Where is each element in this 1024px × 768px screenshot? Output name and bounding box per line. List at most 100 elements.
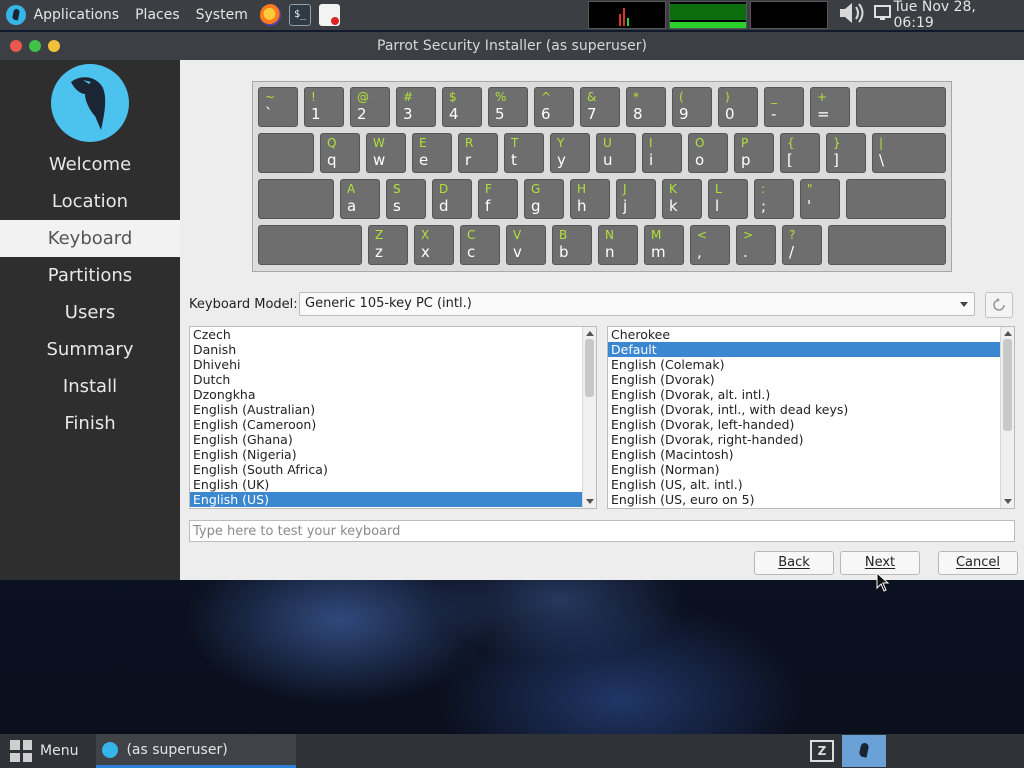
key-base-label: [: [787, 151, 793, 169]
keyboard-key: Tt: [504, 133, 544, 173]
variant-list-item[interactable]: English (Dvorak, right-handed): [608, 432, 1000, 447]
layout-list-item[interactable]: English (UK): [190, 477, 582, 492]
keyboard-key: * 8: [626, 87, 666, 127]
system-monitor[interactable]: [588, 1, 831, 29]
step-finish: Finish: [64, 413, 116, 434]
layout-list-item[interactable]: English (Australian): [190, 402, 582, 417]
key-base-label: -: [771, 105, 777, 123]
keyboard-key: <,: [690, 225, 730, 265]
variant-list-item[interactable]: Default: [608, 342, 1000, 357]
scroll-down-icon[interactable]: [586, 499, 594, 504]
keyboard-variant-list[interactable]: Cherokee Default English (Colemak) English …: [607, 326, 1015, 509]
keyboard-key: }]: [826, 133, 866, 173]
key-shift-label: *: [633, 90, 639, 104]
keyboard-key: Oo: [688, 133, 728, 173]
variant-list-scrollbar[interactable]: [1000, 327, 1014, 508]
key-shift-label: U: [603, 136, 612, 150]
scroll-down-icon[interactable]: [1004, 499, 1012, 504]
layout-list-item[interactable]: Dzongkha: [190, 387, 582, 402]
layout-list-item[interactable]: English (South Africa): [190, 462, 582, 477]
layout-list-item[interactable]: English (Nigeria): [190, 447, 582, 462]
keyboard-model-label: Keyboard Model:: [189, 297, 298, 312]
keyboard-model-dropdown[interactable]: Generic 105-key PC (intl.): [299, 292, 975, 316]
network-monitor: [750, 1, 829, 29]
variant-list-item[interactable]: English (US, alt. intl.): [608, 477, 1000, 492]
layout-list-item[interactable]: Danish: [190, 342, 582, 357]
keyboard-key: Ff: [478, 179, 518, 219]
taskbar-item-installer[interactable]: (as superuser): [96, 734, 297, 768]
keyboard-key: Cc: [460, 225, 500, 265]
variant-list-item[interactable]: English (US, euro on 5): [608, 492, 1000, 507]
variant-list-item[interactable]: English (Dvorak): [608, 372, 1000, 387]
key-base-label: a: [347, 197, 357, 215]
variant-list-item[interactable]: English (Dvorak, left-handed): [608, 417, 1000, 432]
zz-workspace-icon[interactable]: Z: [810, 740, 834, 762]
scroll-thumb[interactable]: [1003, 339, 1012, 431]
key-base-label: o: [695, 151, 705, 169]
parrot-tray-icon[interactable]: [842, 735, 886, 767]
layout-list-scrollbar[interactable]: [582, 327, 596, 508]
keyboard-key: Ee: [412, 133, 452, 173]
system-menu[interactable]: System: [188, 0, 256, 30]
text-editor-icon[interactable]: [318, 4, 341, 26]
key-shift-label: ): [725, 90, 730, 104]
key-base-label: s: [393, 197, 401, 215]
key-shift-label: &: [587, 90, 597, 104]
key-shift-label: M: [651, 228, 662, 242]
keyboard-test-input[interactable]: [189, 520, 1015, 542]
scroll-thumb[interactable]: [585, 339, 594, 397]
firefox-icon[interactable]: [259, 4, 282, 26]
minimize-window-button[interactable]: [48, 40, 60, 52]
scroll-up-icon[interactable]: [1004, 331, 1012, 336]
scroll-up-icon[interactable]: [586, 331, 594, 336]
layout-list-item[interactable]: English (Ghana): [190, 432, 582, 447]
keyboard-layout-list[interactable]: Czech Danish Dhivehi Dutch Dzongkha English (…: [189, 326, 597, 509]
keyboard-key: [828, 225, 946, 265]
key-shift-label: :: [761, 182, 766, 196]
layout-list-item[interactable]: Dhivehi: [190, 357, 582, 372]
key-shift-label: K: [669, 182, 677, 196]
applications-menu[interactable]: Applications: [26, 0, 128, 30]
variant-list-item[interactable]: English (Colemak): [608, 357, 1000, 372]
key-base-label: .: [743, 243, 748, 261]
volume-icon[interactable]: [837, 0, 867, 30]
back-button[interactable]: Back: [754, 551, 834, 575]
keyboard-key: [258, 225, 362, 265]
layout-list-item[interactable]: Czech: [190, 327, 582, 342]
reset-model-button[interactable]: [985, 292, 1013, 318]
keyboard-key: Pp: [734, 133, 774, 173]
variant-list-item[interactable]: English (Norman): [608, 462, 1000, 477]
menu-button[interactable]: Menu: [0, 734, 88, 768]
clock[interactable]: Tue Nov 28, 06:19: [893, 0, 1024, 31]
layout-list-item[interactable]: English (Cameroon): [190, 417, 582, 432]
key-shift-label: Z: [375, 228, 384, 242]
display-icon[interactable]: [873, 4, 893, 26]
places-menu[interactable]: Places: [127, 0, 188, 30]
keyboard-key: Aa: [340, 179, 380, 219]
keyboard-key: [258, 133, 314, 173]
parrot-logo-icon[interactable]: [6, 5, 26, 25]
variant-list-item[interactable]: English (Macintosh): [608, 447, 1000, 462]
layout-list-item[interactable]: Dutch: [190, 372, 582, 387]
variant-list-item[interactable]: English (Dvorak, intl., with dead keys): [608, 402, 1000, 417]
grid-icon: [10, 740, 32, 762]
variant-list-item[interactable]: Cherokee: [608, 327, 1000, 342]
window-titlebar[interactable]: Parrot Security Installer (as superuser): [0, 32, 1024, 60]
step-summary: Summary: [46, 339, 134, 360]
cancel-button[interactable]: Cancel: [938, 551, 1018, 575]
key-shift-label: !: [311, 90, 316, 104]
variant-list-item[interactable]: English (Dvorak, alt. intl.): [608, 387, 1000, 402]
key-base-label: 2: [357, 105, 367, 123]
close-window-button[interactable]: [10, 40, 22, 52]
installer-sidebar: Welcome Location Keyboard Partitions Use…: [0, 60, 180, 580]
keyboard-key: " ': [800, 179, 840, 219]
bottom-panel: Menu (as superuser) Z: [0, 734, 1024, 768]
maximize-window-button[interactable]: [29, 40, 41, 52]
layout-list-item[interactable]: English (US): [190, 492, 582, 507]
key-shift-label: ?: [789, 228, 796, 242]
keyboard-key: Nn: [598, 225, 638, 265]
key-shift-label: F: [485, 182, 492, 196]
key-base-label: 1: [311, 105, 321, 123]
terminal-icon[interactable]: $_: [289, 4, 311, 26]
key-shift-label: @: [357, 90, 369, 104]
